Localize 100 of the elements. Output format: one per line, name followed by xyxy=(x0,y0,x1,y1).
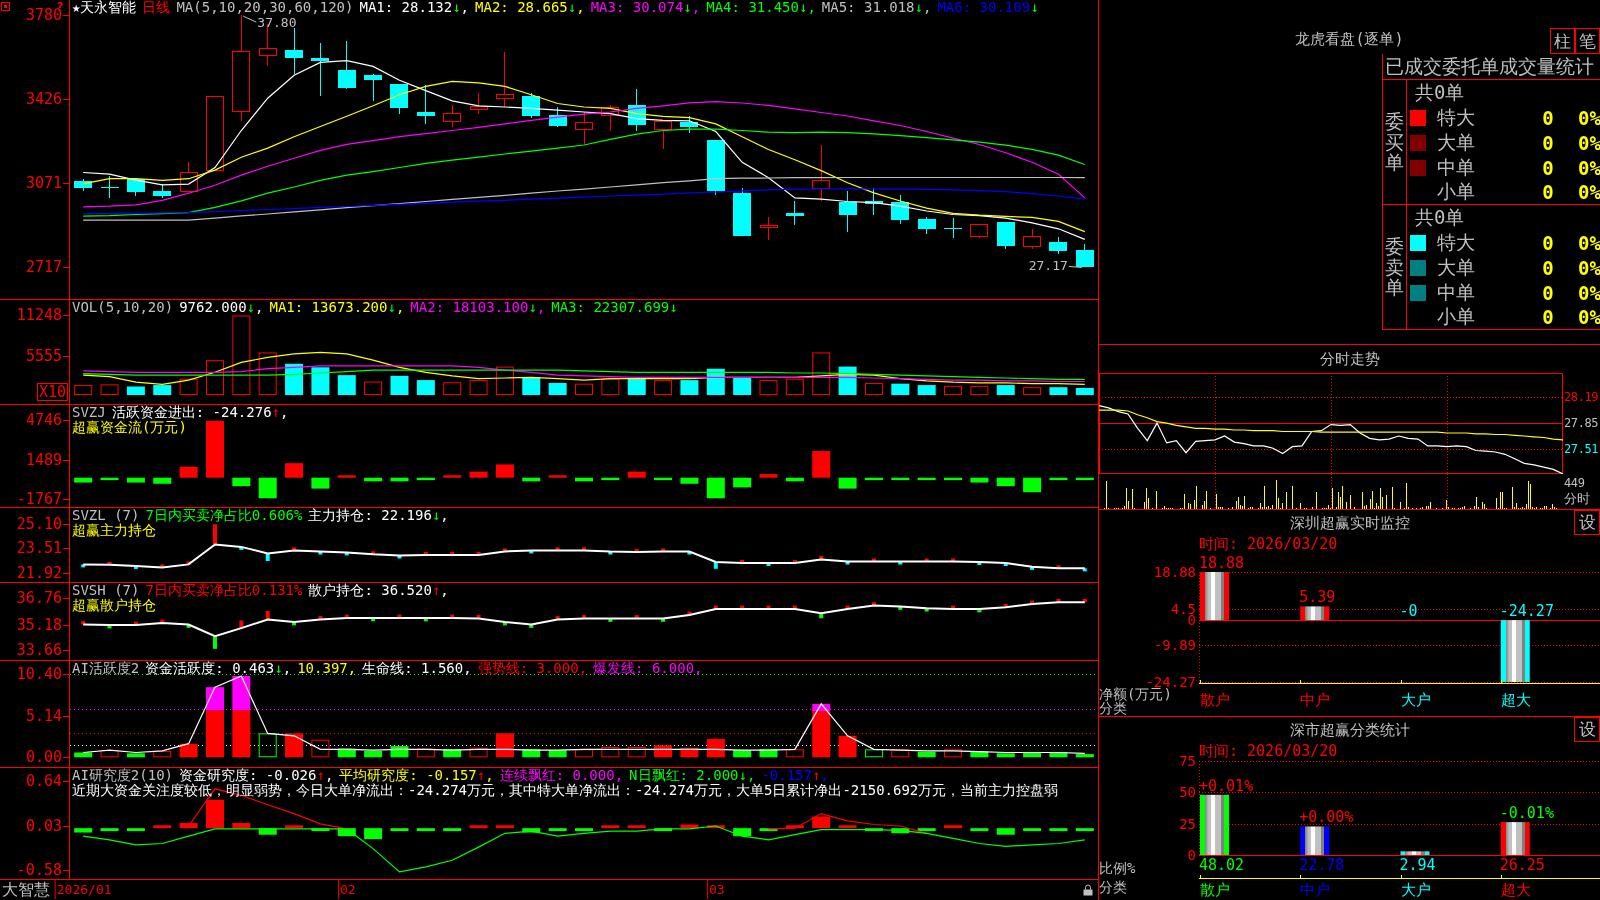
candlestick xyxy=(944,217,963,239)
histogram-bar xyxy=(970,751,989,758)
category-label: 散户 xyxy=(1199,690,1231,711)
histogram-bar xyxy=(522,828,541,833)
histogram-bar xyxy=(311,477,330,489)
change-tick xyxy=(1003,603,1008,608)
histogram-bar xyxy=(996,753,1015,758)
candlestick xyxy=(548,106,567,128)
histogram-bar xyxy=(522,749,541,758)
change-tick xyxy=(792,559,797,563)
histogram-bar xyxy=(706,477,725,499)
histogram-bar xyxy=(100,477,119,481)
legend-item: SVZL (7) xyxy=(72,508,140,523)
histogram-bar xyxy=(627,825,646,829)
legend-item: 资金研究度: -0.026↑, xyxy=(179,768,334,783)
histogram-bar xyxy=(601,825,620,829)
change-tick xyxy=(661,548,666,552)
axis-label: 0 xyxy=(1187,612,1196,629)
legend-item: -0.157↑, xyxy=(761,768,829,783)
row-label: 中单 xyxy=(1437,154,1476,180)
value-label: 5.39 xyxy=(1299,589,1336,606)
histogram-bar xyxy=(126,753,145,758)
toggle-button[interactable]: 笔 xyxy=(1575,28,1600,54)
value-label: 22.78 xyxy=(1299,857,1345,873)
change-tick xyxy=(766,605,771,609)
axis-label: 75 xyxy=(1179,753,1196,769)
histogram-bar xyxy=(759,474,778,478)
histogram-bar xyxy=(680,824,699,829)
histogram-bar xyxy=(996,477,1015,487)
histogram-bar xyxy=(179,378,198,395)
histogram-bar xyxy=(232,676,251,711)
candlestick xyxy=(733,187,752,237)
legend-item: 爆发线: 6.000, xyxy=(593,661,703,676)
total-count: 共0单 xyxy=(1415,206,1465,228)
histogram-bar xyxy=(654,828,673,832)
histogram-bar xyxy=(390,746,409,758)
change-tick xyxy=(423,551,428,555)
legend-item: 散户持仓: 36.520↑, xyxy=(308,583,449,598)
chart-title: 分时走势 xyxy=(1319,350,1380,368)
candlestick xyxy=(812,144,831,202)
candlestick xyxy=(706,139,725,196)
histogram-bar xyxy=(864,477,883,481)
settings-button[interactable]: 设 xyxy=(1574,510,1600,535)
row-label: 大单 xyxy=(1437,254,1476,280)
histogram-bar xyxy=(522,477,541,482)
candlestick xyxy=(311,42,330,97)
histogram-bar xyxy=(548,382,567,395)
candlestick xyxy=(364,73,383,102)
share-value: 0% xyxy=(1578,306,1600,329)
candlestick xyxy=(996,221,1015,250)
histogram-bar xyxy=(891,477,910,481)
histogram-bar xyxy=(153,385,172,395)
histogram-bar xyxy=(364,750,383,758)
histogram-bar xyxy=(74,752,93,758)
histogram-bar xyxy=(944,477,963,481)
change-tick xyxy=(371,551,376,555)
value-label: -24.27 xyxy=(1499,603,1554,620)
category-label: 中户 xyxy=(1299,690,1332,711)
histogram-bar xyxy=(469,380,488,395)
histogram-bar xyxy=(337,748,356,758)
lock-icon[interactable] xyxy=(1083,884,1093,896)
change-tick xyxy=(713,605,718,609)
histogram-bar xyxy=(680,477,699,484)
change-tick xyxy=(687,611,692,615)
histogram-bar xyxy=(944,825,963,829)
legend-item: 超赢资金流(万元) xyxy=(72,420,187,435)
histogram-bar xyxy=(944,385,963,395)
change-tick xyxy=(924,558,929,562)
legend-item: MA3: 30.074↓, xyxy=(590,0,701,15)
histogram-bar xyxy=(126,386,145,395)
count-value: 0 xyxy=(1541,156,1555,179)
settings-button[interactable]: 设 xyxy=(1574,717,1600,742)
candlestick xyxy=(1075,243,1094,268)
legend-item: ★天永智能 xyxy=(72,0,137,15)
histogram-bar xyxy=(179,466,198,478)
histogram-bar xyxy=(575,828,593,832)
candlestick xyxy=(785,200,804,226)
change-label: +0.00% xyxy=(1299,809,1354,826)
change-tick xyxy=(397,555,402,559)
change-tick xyxy=(529,550,534,554)
change-tick xyxy=(924,608,929,612)
histogram-bar xyxy=(838,735,857,758)
legend-item: SVSH (7) xyxy=(72,583,140,598)
change-tick xyxy=(292,622,297,626)
histogram-bar xyxy=(126,477,145,483)
histogram-bar xyxy=(680,380,699,395)
change-tick xyxy=(977,561,982,565)
candlestick xyxy=(759,216,778,241)
category-bar xyxy=(1500,822,1530,855)
legend-item: 活跃资金进出: -24.276↑, xyxy=(111,405,289,420)
toggle-button[interactable]: 柱 xyxy=(1550,28,1575,54)
axis-label: 23.51 xyxy=(16,540,62,557)
candlestick xyxy=(100,175,119,199)
share-value: 0% xyxy=(1578,107,1600,129)
axis-label: 11248 xyxy=(16,307,62,324)
histogram-bar xyxy=(812,352,831,395)
price-label: 37.80 xyxy=(257,16,297,31)
count-value: 0 xyxy=(1541,181,1555,204)
histogram-bar xyxy=(575,749,593,758)
share-value: 0% xyxy=(1578,232,1600,254)
